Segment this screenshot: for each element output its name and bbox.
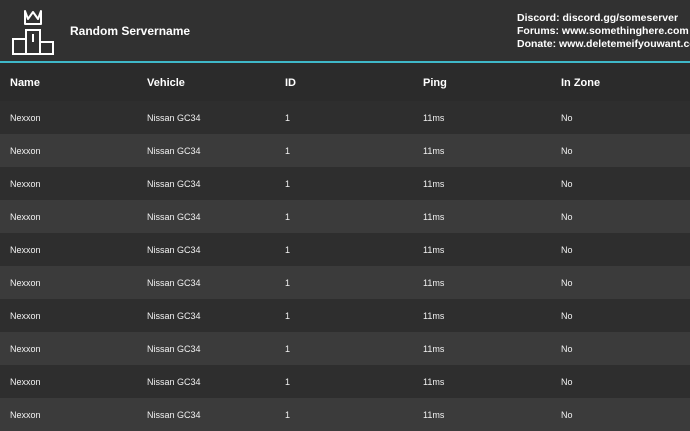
cell-ping: 11ms: [423, 311, 445, 321]
column-header-id[interactable]: ID: [285, 77, 296, 89]
cell-in-zone: No: [561, 344, 573, 354]
cell-in-zone: No: [561, 278, 573, 288]
column-header-vehicle[interactable]: Vehicle: [147, 77, 185, 89]
cell-id: 1: [285, 113, 291, 123]
cell-ping: 11ms: [423, 212, 445, 222]
cell-vehicle: Nissan GC34: [147, 113, 201, 123]
cell-name: Nexxon: [10, 377, 41, 387]
cell-id: 1: [285, 344, 291, 354]
cell-vehicle: Nissan GC34: [147, 245, 201, 255]
cell-name: Nexxon: [10, 179, 41, 189]
table-row[interactable]: Nexxon Nissan GC34 1 11ms No: [0, 365, 690, 398]
column-header-name[interactable]: Name: [10, 77, 40, 89]
cell-id: 1: [285, 146, 291, 156]
cell-vehicle: Nissan GC34: [147, 344, 201, 354]
cell-ping: 11ms: [423, 410, 445, 420]
table-row[interactable]: Nexxon Nissan GC34 1 11ms No: [0, 332, 690, 365]
server-info: Discord: discord.gg/someserver Forums: w…: [517, 12, 690, 51]
cell-id: 1: [285, 311, 291, 321]
cell-id: 1: [285, 377, 291, 387]
table-row[interactable]: Nexxon Nissan GC34 1 11ms No: [0, 233, 690, 266]
table-row[interactable]: Nexxon Nissan GC34 1 11ms No: [0, 167, 690, 200]
cell-name: Nexxon: [10, 311, 41, 321]
table-row[interactable]: Nexxon Nissan GC34 1 11ms No: [0, 134, 690, 167]
cell-name: Nexxon: [10, 245, 41, 255]
column-header-ping[interactable]: Ping: [423, 77, 447, 89]
server-name: Random Servername: [70, 24, 191, 38]
cell-name: Nexxon: [10, 278, 41, 288]
cell-ping: 11ms: [423, 113, 445, 123]
cell-ping: 11ms: [423, 146, 445, 156]
cell-vehicle: Nissan GC34: [147, 278, 201, 288]
cell-in-zone: No: [561, 179, 573, 189]
column-header-in-zone[interactable]: In Zone: [561, 77, 600, 89]
cell-vehicle: Nissan GC34: [147, 146, 201, 156]
cell-id: 1: [285, 245, 291, 255]
cell-id: 1: [285, 410, 291, 420]
cell-id: 1: [285, 278, 291, 288]
discord-link[interactable]: Discord: discord.gg/someserver: [517, 12, 687, 25]
cell-in-zone: No: [561, 311, 573, 321]
header-bar: Random Servername Discord: discord.gg/so…: [0, 0, 690, 61]
cell-in-zone: No: [561, 245, 573, 255]
donate-link[interactable]: Donate: www.deletemeifyouwant.com: [517, 38, 690, 51]
podium-crown-icon: [12, 10, 54, 55]
cell-ping: 11ms: [423, 278, 445, 288]
cell-ping: 11ms: [423, 245, 445, 255]
cell-in-zone: No: [561, 410, 573, 420]
table-row[interactable]: Nexxon Nissan GC34 1 11ms No: [0, 101, 690, 134]
cell-name: Nexxon: [10, 146, 41, 156]
cell-in-zone: No: [561, 212, 573, 222]
cell-vehicle: Nissan GC34: [147, 410, 201, 420]
table-row[interactable]: Nexxon Nissan GC34 1 11ms No: [0, 299, 690, 332]
table-row[interactable]: Nexxon Nissan GC34 1 11ms No: [0, 200, 690, 233]
cell-ping: 11ms: [423, 344, 445, 354]
cell-id: 1: [285, 179, 291, 189]
cell-name: Nexxon: [10, 212, 41, 222]
cell-name: Nexxon: [10, 344, 41, 354]
cell-in-zone: No: [561, 377, 573, 387]
cell-name: Nexxon: [10, 410, 41, 420]
cell-vehicle: Nissan GC34: [147, 311, 201, 321]
table-row[interactable]: Nexxon Nissan GC34 1 11ms No: [0, 266, 690, 299]
cell-vehicle: Nissan GC34: [147, 212, 201, 222]
cell-ping: 11ms: [423, 179, 445, 189]
cell-id: 1: [285, 212, 291, 222]
cell-in-zone: No: [561, 113, 573, 123]
forums-link[interactable]: Forums: www.somethinghere.com: [517, 25, 689, 38]
cell-vehicle: Nissan GC34: [147, 377, 201, 387]
table-header: Name Vehicle ID Ping In Zone: [0, 63, 690, 101]
table-row[interactable]: Nexxon Nissan GC34 1 11ms No: [0, 398, 690, 431]
cell-name: Nexxon: [10, 113, 41, 123]
cell-in-zone: No: [561, 146, 573, 156]
cell-ping: 11ms: [423, 377, 445, 387]
cell-vehicle: Nissan GC34: [147, 179, 201, 189]
player-table-body: Nexxon Nissan GC34 1 11ms No Nexxon Niss…: [0, 101, 690, 431]
